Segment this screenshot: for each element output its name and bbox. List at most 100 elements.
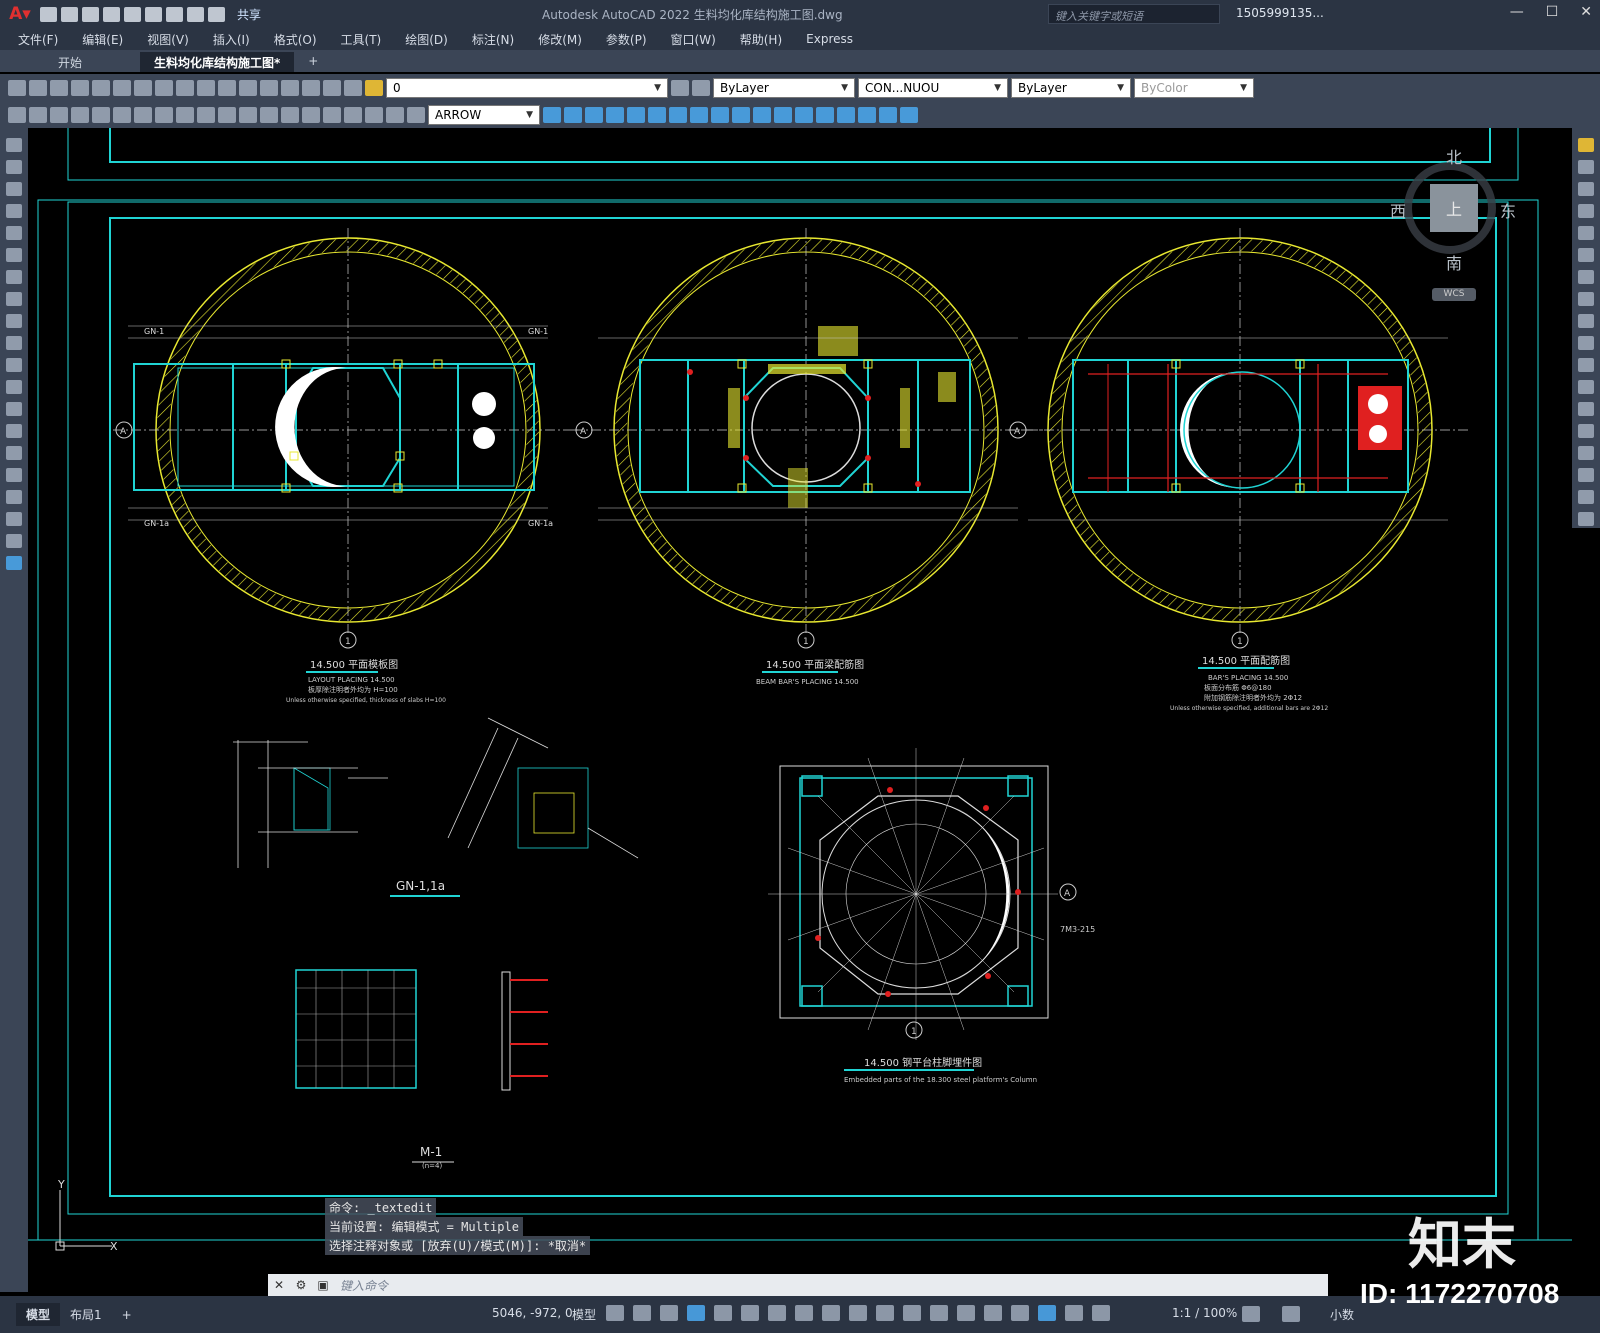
gizmo-icon[interactable] — [1011, 1305, 1029, 1321]
open-icon[interactable] — [29, 80, 47, 96]
pan-icon[interactable] — [239, 80, 257, 96]
match-properties-icon[interactable] — [176, 80, 194, 96]
polar-icon[interactable] — [741, 1305, 759, 1321]
design-center-icon[interactable] — [302, 80, 320, 96]
osnap-tracking-icon[interactable] — [795, 1305, 813, 1321]
annotation-visibility-icon[interactable] — [1038, 1305, 1056, 1321]
viewcube[interactable]: 上 北 南 西 东 WCS — [1390, 144, 1516, 304]
annotation-scale[interactable]: 1:1 / 100% — [1172, 1306, 1237, 1320]
new-icon[interactable] — [40, 6, 57, 22]
close-icon[interactable]: ✕ — [268, 1278, 290, 1292]
chamfer-icon[interactable] — [1578, 446, 1594, 460]
osnap-icon[interactable] — [822, 1305, 840, 1321]
drawing-canvas[interactable]: A 1 GN-1 GN-1 GN-1a GN-1a 14.500 平面模板图 L… — [28, 128, 1572, 1292]
help-icon[interactable] — [344, 80, 362, 96]
view-right-icon[interactable] — [627, 107, 645, 123]
tab-model[interactable]: 模型 — [16, 1303, 61, 1326]
auto-scale-icon[interactable] — [1065, 1305, 1083, 1321]
tab-add-layout[interactable]: + — [112, 1305, 142, 1325]
menu-parametric[interactable]: 参数(P) — [606, 31, 647, 48]
inspect-icon[interactable] — [323, 107, 341, 123]
ortho-icon[interactable] — [714, 1305, 732, 1321]
array-icon[interactable] — [1578, 226, 1594, 240]
offset-icon[interactable] — [1578, 204, 1594, 218]
viewcube-east[interactable]: 东 — [1500, 198, 1516, 222]
make-block-icon[interactable] — [6, 402, 22, 416]
mirror-icon[interactable] — [1578, 182, 1594, 196]
viewcube-top-face[interactable]: 上 — [1430, 184, 1478, 232]
cut-icon[interactable] — [113, 80, 131, 96]
point-icon[interactable] — [6, 424, 22, 438]
center-mark-icon[interactable] — [302, 107, 320, 123]
save-as-icon[interactable] — [103, 6, 120, 22]
menu-edit[interactable]: 编辑(E) — [82, 31, 123, 48]
construction-line-icon[interactable] — [6, 160, 22, 174]
calculator-icon[interactable] — [323, 80, 341, 96]
view-back-icon[interactable] — [669, 107, 687, 123]
scale-icon[interactable] — [1578, 292, 1594, 306]
view-left-icon[interactable] — [606, 107, 624, 123]
gradient-icon[interactable] — [6, 468, 22, 482]
angular-icon[interactable] — [155, 107, 173, 123]
annotation-monitor-icon[interactable] — [1282, 1306, 1300, 1322]
ordinate-icon[interactable] — [71, 107, 89, 123]
break-object-icon[interactable] — [1578, 402, 1594, 416]
insert-block-icon[interactable] — [6, 380, 22, 394]
redo-icon[interactable] — [208, 6, 225, 22]
open-icon[interactable] — [61, 6, 78, 22]
ucs-view-icon[interactable] — [879, 107, 897, 123]
workspace-gear-icon[interactable] — [1242, 1306, 1260, 1322]
arc-length-icon[interactable] — [50, 107, 68, 123]
linear-dim-icon[interactable] — [8, 107, 26, 123]
menu-draw[interactable]: 绘图(D) — [405, 31, 448, 48]
dynamic-input-icon[interactable] — [687, 1305, 705, 1321]
ucs-world-icon[interactable] — [795, 107, 813, 123]
undo-icon[interactable] — [197, 80, 215, 96]
viewcube-west[interactable]: 西 — [1390, 198, 1406, 222]
annotation-scale-icon[interactable] — [1092, 1305, 1110, 1321]
ellipse-arc-icon[interactable] — [6, 358, 22, 372]
publish-icon[interactable] — [124, 6, 141, 22]
ucs-object-icon[interactable] — [858, 107, 876, 123]
rectangle-icon[interactable] — [6, 226, 22, 240]
copy-icon[interactable] — [134, 80, 152, 96]
menu-insert[interactable]: 插入(I) — [213, 31, 250, 48]
quick-dim-icon[interactable] — [176, 107, 194, 123]
rotate-icon[interactable] — [1578, 270, 1594, 284]
spline-icon[interactable] — [6, 314, 22, 328]
break-icon[interactable] — [260, 107, 278, 123]
menu-window[interactable]: 窗口(W) — [671, 31, 716, 48]
3d-osnap-icon[interactable] — [930, 1305, 948, 1321]
maximize-button[interactable]: ☐ — [1546, 4, 1559, 20]
ellipse-icon[interactable] — [6, 336, 22, 350]
ucs-icon[interactable] — [774, 107, 792, 123]
hatch-icon[interactable] — [6, 446, 22, 460]
print-icon[interactable] — [166, 6, 183, 22]
viewcube-north[interactable]: 北 — [1446, 144, 1462, 168]
view-iso4-icon[interactable] — [753, 107, 771, 123]
minimize-button[interactable]: — — [1510, 4, 1524, 20]
snap-icon[interactable] — [633, 1305, 651, 1321]
jogged-icon[interactable] — [113, 107, 131, 123]
command-line[interactable]: ✕ ⚙ ▣ 键入命令 — [268, 1274, 1328, 1296]
save-icon[interactable] — [82, 6, 99, 22]
view-iso2-icon[interactable] — [711, 107, 729, 123]
menu-dimension[interactable]: 标注(N) — [472, 31, 514, 48]
search-input[interactable]: 键入关键字或短语 — [1048, 4, 1220, 24]
menu-view[interactable]: 视图(V) — [147, 31, 189, 48]
explode-icon[interactable] — [1578, 512, 1594, 526]
viewcube-south[interactable]: 南 — [1446, 250, 1462, 274]
stretch-icon[interactable] — [1578, 314, 1594, 328]
add-selected-icon[interactable] — [6, 556, 22, 570]
view-bottom-icon[interactable] — [585, 107, 603, 123]
tab-layout1[interactable]: 布局1 — [60, 1303, 112, 1326]
dim-update-icon[interactable] — [407, 107, 425, 123]
region-icon[interactable] — [6, 490, 22, 504]
view-icon[interactable] — [543, 107, 561, 123]
close-button[interactable]: ✕ — [1580, 4, 1592, 20]
wcs-menu[interactable]: WCS — [1432, 288, 1476, 301]
copy-object-icon[interactable] — [1578, 160, 1594, 174]
radius-icon[interactable] — [92, 107, 110, 123]
user-account[interactable]: 1505999135... — [1236, 6, 1324, 20]
table-icon[interactable] — [6, 512, 22, 526]
